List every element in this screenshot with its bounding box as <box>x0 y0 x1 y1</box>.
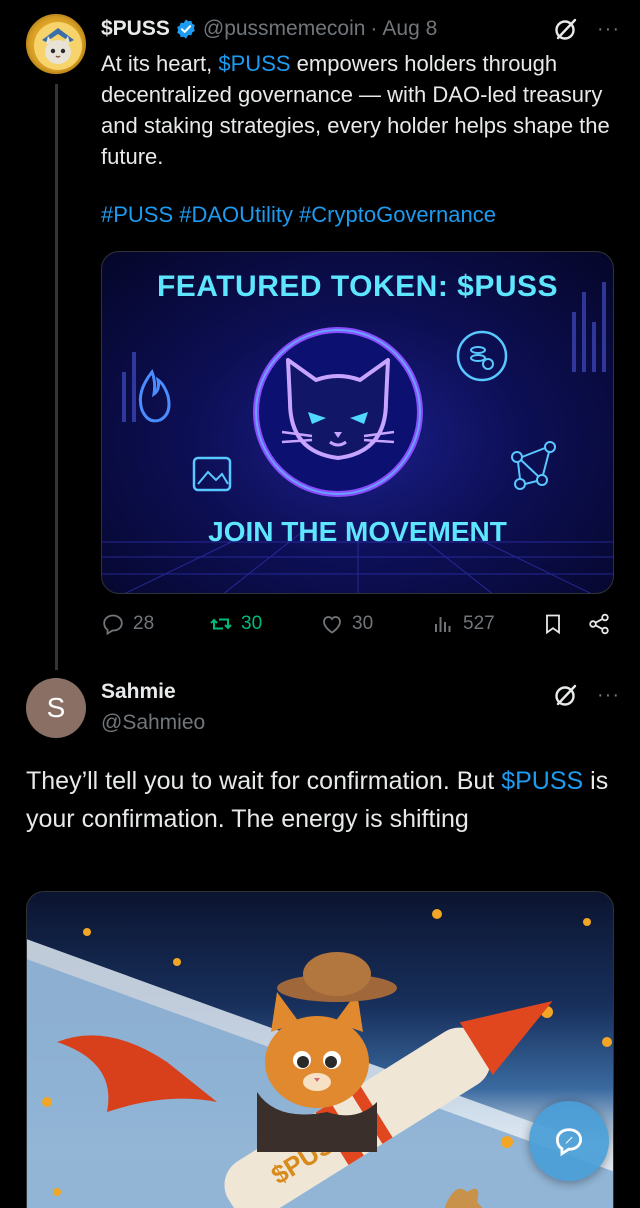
tweet1-media-image[interactable]: FEATURED TOKEN: $PUSS JOIN THE MOVEMENT <box>101 251 614 594</box>
cat-rocket-artwork: $PUSS <box>27 909 613 1208</box>
tweet1-header: $PUSS @pussmemecoin · Aug 8 ··· <box>101 14 620 44</box>
reply-button[interactable]: 28 <box>101 612 154 636</box>
tweet1-author-name[interactable]: $PUSS <box>101 17 170 41</box>
share-button[interactable] <box>587 612 611 636</box>
views-icon <box>435 617 451 632</box>
repost-count: 30 <box>241 613 263 634</box>
tweet2-text-prefix: They’ll tell you to wait for confirmatio… <box>26 767 502 795</box>
share-icon <box>589 613 609 635</box>
repost-icon <box>210 618 232 630</box>
tweet1-cashtag-link[interactable]: $PUSS <box>218 51 290 76</box>
compose-icon <box>555 1128 583 1157</box>
tweet1-text: At its heart, $PUSS empowers holders thr… <box>101 48 611 172</box>
reply-icon <box>103 614 123 636</box>
tweet1-hashtags[interactable]: #PUSS #DAOUtility #CryptoGovernance <box>101 202 496 228</box>
bookmark-button[interactable] <box>541 612 565 636</box>
grok-icon[interactable] <box>553 16 579 42</box>
media-subtitle: JOIN THE MOVEMENT <box>208 516 507 547</box>
tweet1-date[interactable]: Aug 8 <box>382 17 437 41</box>
views-button[interactable]: 527 <box>431 612 495 636</box>
bookmark-icon <box>546 614 560 635</box>
tweet2-cashtag-link[interactable]: $PUSS <box>501 767 583 795</box>
verified-badge-icon <box>177 19 195 39</box>
thread-connector-line <box>55 84 58 670</box>
tweet2-handle[interactable]: @Sahmieo <box>101 711 205 735</box>
tweet2-author-name[interactable]: Sahmie <box>101 680 176 704</box>
tweet1-action-bar: 28 30 30 527 <box>101 612 613 644</box>
more-icon[interactable]: ··· <box>597 685 620 705</box>
separator-dot: · <box>370 17 378 40</box>
compose-button[interactable] <box>529 1101 609 1181</box>
tweet1-handle[interactable]: @pussmemecoin <box>203 17 366 41</box>
grok-icon[interactable] <box>553 682 579 708</box>
avatar-puss[interactable] <box>26 14 86 74</box>
repost-button[interactable]: 30 <box>209 612 262 636</box>
more-icon[interactable]: ··· <box>597 19 620 39</box>
tweet2-text: They’ll tell you to wait for confirmatio… <box>26 762 616 838</box>
like-icon <box>323 616 341 634</box>
tweet1-header-actions: ··· <box>553 16 620 42</box>
tweet2-media-image[interactable]: $PUSS <box>26 891 614 1208</box>
tweet1-text-prefix: At its heart, <box>101 51 219 76</box>
tweet2-header-actions: ··· <box>553 682 620 708</box>
reply-count: 28 <box>133 613 155 634</box>
media-title: FEATURED TOKEN: $PUSS <box>156 270 559 303</box>
like-button[interactable]: 30 <box>320 612 373 636</box>
like-count: 30 <box>352 613 374 634</box>
views-count: 527 <box>463 613 495 634</box>
avatar-sahmie[interactable]: S <box>26 678 86 738</box>
